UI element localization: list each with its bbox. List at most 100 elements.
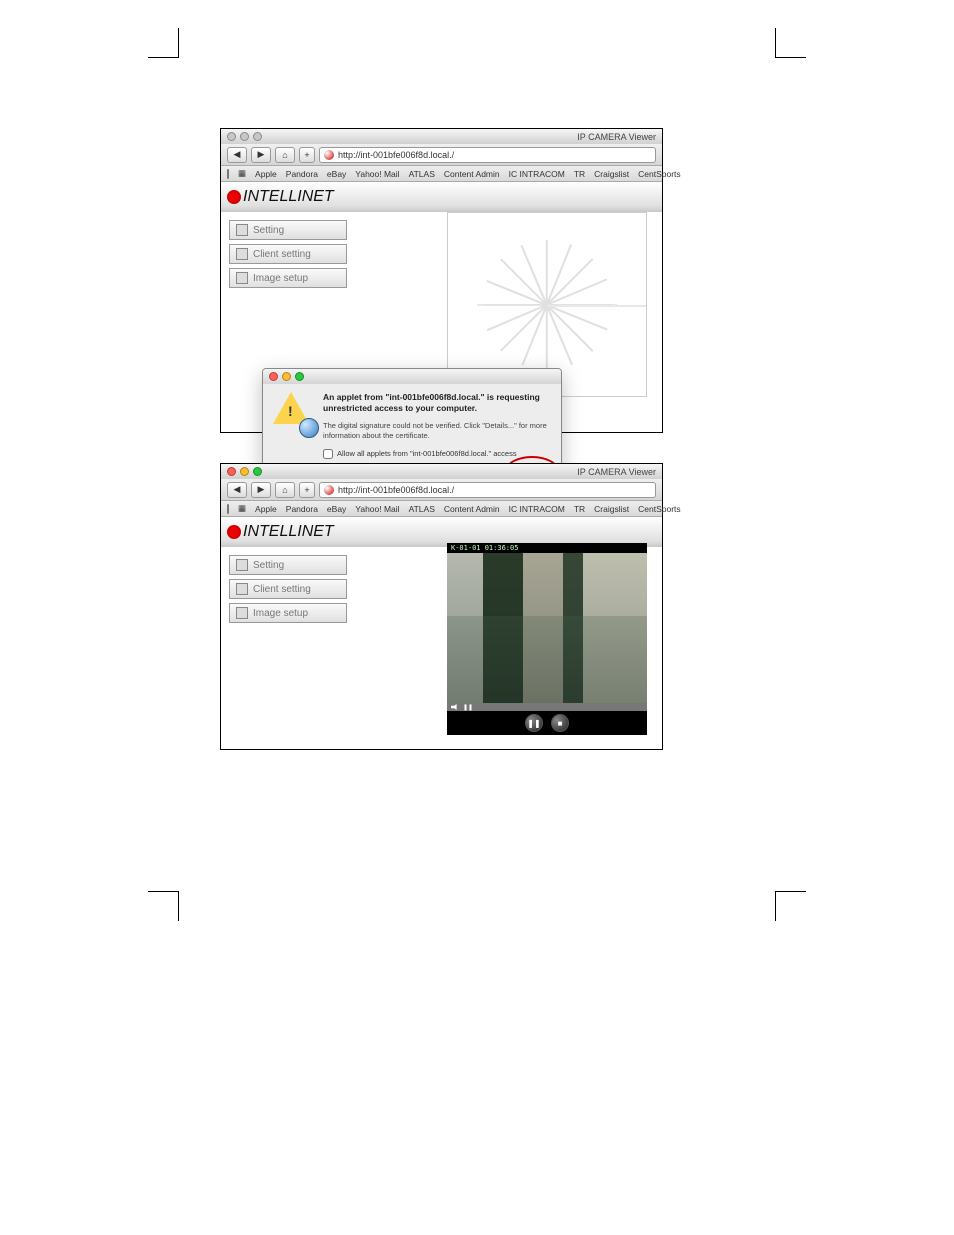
home-button[interactable]: ⌂ [275, 482, 295, 498]
forward-button[interactable]: ▶ [251, 147, 271, 163]
bookmark-bar: ▦ Apple Pandora eBay Yahoo! Mail ATLAS C… [221, 501, 662, 517]
traffic-lights[interactable] [227, 467, 262, 476]
close-icon[interactable] [227, 132, 236, 141]
audio-bar: ❚❚ [447, 703, 647, 711]
bookmark-item[interactable]: Yahoo! Mail [355, 169, 399, 179]
bookmark-item[interactable]: ATLAS [409, 504, 435, 514]
dialog-body: An applet from "int-001bfe006f8d.local."… [263, 384, 561, 467]
add-tab-button[interactable]: + [299, 482, 315, 498]
zoom-icon[interactable] [295, 372, 304, 381]
page-brand-header: INTELLINET [221, 182, 662, 212]
url-field[interactable]: http://int-001bfe006f8d.local./ [319, 482, 656, 498]
stop-button[interactable]: ■ [551, 714, 569, 732]
book-icon[interactable] [227, 504, 229, 514]
logo-swoosh-icon [227, 190, 241, 204]
bookmark-item[interactable]: eBay [327, 169, 346, 179]
traffic-lights[interactable] [227, 132, 262, 141]
bookmark-item[interactable]: Craigslist [594, 504, 629, 514]
bookmark-item[interactable]: IC INTRACOM [509, 169, 565, 179]
brand-logo: INTELLINET [227, 523, 334, 541]
brand-name: INTELLINET [243, 188, 334, 206]
bookmark-bar: ▦ Apple Pandora eBay Yahoo! Mail ATLAS C… [221, 166, 662, 182]
sidebar-item-label: Image setup [253, 608, 308, 619]
sidebar-item-client[interactable]: Client setting [229, 244, 347, 264]
minimize-icon[interactable] [282, 372, 291, 381]
minimize-icon[interactable] [240, 132, 249, 141]
page-body: Setting Client setting Image setup K-01-… [221, 547, 662, 749]
book-icon[interactable] [227, 169, 229, 179]
window-title: IP CAMERA Viewer [577, 467, 656, 477]
home-button[interactable]: ⌂ [275, 147, 295, 163]
window-titlebar: IP CAMERA Viewer [221, 464, 662, 479]
bookmark-item[interactable]: CentSports [638, 504, 681, 514]
browser-window-1: IP CAMERA Viewer ◀ ▶ ⌂ + http://int-001b… [220, 128, 663, 433]
bookmark-item[interactable]: CentSports [638, 169, 681, 179]
crop-mark [148, 891, 178, 892]
dialog-traffic-lights[interactable] [269, 372, 304, 381]
timestamp-text: K-01-01 01:36:05 [451, 544, 518, 552]
sidebar-item-image[interactable]: Image setup [229, 268, 347, 288]
crop-mark [178, 891, 179, 921]
bookmark-item[interactable]: Apple [255, 504, 277, 514]
page-body: Setting Client setting Image setup [221, 212, 662, 432]
bookmark-item[interactable]: Pandora [286, 169, 318, 179]
add-tab-button[interactable]: + [299, 147, 315, 163]
crop-mark [148, 57, 178, 58]
bookmark-item[interactable]: TR [574, 504, 585, 514]
favicon-icon [324, 150, 334, 160]
close-icon[interactable] [269, 372, 278, 381]
bookmark-item[interactable]: Content Admin [444, 504, 500, 514]
dialog-heading: An applet from "int-001bfe006f8d.local."… [323, 392, 549, 415]
sidebar: Setting Client setting Image setup [229, 555, 347, 741]
crop-mark [775, 891, 776, 921]
bookmark-item[interactable]: Apple [255, 169, 277, 179]
zoom-icon[interactable] [253, 132, 262, 141]
sidebar-item-setting[interactable]: Setting [229, 220, 347, 240]
back-button[interactable]: ◀ [227, 147, 247, 163]
close-icon[interactable] [227, 467, 236, 476]
sidebar-item-setting[interactable]: Setting [229, 555, 347, 575]
dialog-titlebar [263, 369, 561, 384]
grid-icon[interactable]: ▦ [238, 503, 246, 514]
window-titlebar: IP CAMERA Viewer [221, 129, 662, 144]
back-button[interactable]: ◀ [227, 482, 247, 498]
sidebar-item-client[interactable]: Client setting [229, 579, 347, 599]
camera-live-image [447, 553, 647, 703]
window-title: IP CAMERA Viewer [577, 132, 656, 142]
user-icon [236, 583, 248, 595]
timestamp-bar: K-01-01 01:36:05 [447, 543, 647, 553]
zoom-icon[interactable] [253, 467, 262, 476]
brand-name: INTELLINET [243, 523, 334, 541]
minimize-icon[interactable] [240, 467, 249, 476]
bookmark-item[interactable]: Pandora [286, 504, 318, 514]
bookmark-item[interactable]: Yahoo! Mail [355, 504, 399, 514]
camera-viewport-live: K-01-01 01:36:05 ❚❚ ❚❚ ■ [447, 543, 647, 735]
logo-swoosh-icon [227, 525, 241, 539]
bookmark-item[interactable]: ATLAS [409, 169, 435, 179]
player-controls: ❚❚ ■ [447, 711, 647, 735]
url-field[interactable]: http://int-001bfe006f8d.local./ [319, 147, 656, 163]
bookmark-item[interactable]: Content Admin [444, 169, 500, 179]
forward-button[interactable]: ▶ [251, 482, 271, 498]
image-icon [236, 272, 248, 284]
bookmark-item[interactable]: eBay [327, 504, 346, 514]
speaker-icon[interactable] [451, 704, 459, 710]
url-text: http://int-001bfe006f8d.local./ [338, 485, 454, 495]
sidebar-item-label: Setting [253, 560, 284, 571]
check-icon [236, 559, 248, 571]
bookmark-item[interactable]: Craigslist [594, 169, 629, 179]
favicon-icon [324, 485, 334, 495]
bookmark-item[interactable]: IC INTRACOM [509, 504, 565, 514]
browser-toolbar: ◀ ▶ ⌂ + http://int-001bfe006f8d.local./ [221, 479, 662, 501]
grid-icon[interactable]: ▦ [238, 168, 246, 179]
crop-mark [775, 28, 776, 58]
pause-small-icon[interactable]: ❚❚ [463, 704, 473, 711]
bookmark-item[interactable]: TR [574, 169, 585, 179]
sidebar-item-image[interactable]: Image setup [229, 603, 347, 623]
sidebar-item-label: Client setting [253, 249, 311, 260]
pause-button[interactable]: ❚❚ [525, 714, 543, 732]
sidebar-item-label: Image setup [253, 273, 308, 284]
check-icon [236, 224, 248, 236]
globe-icon [299, 418, 319, 438]
warning-icon [273, 392, 313, 432]
